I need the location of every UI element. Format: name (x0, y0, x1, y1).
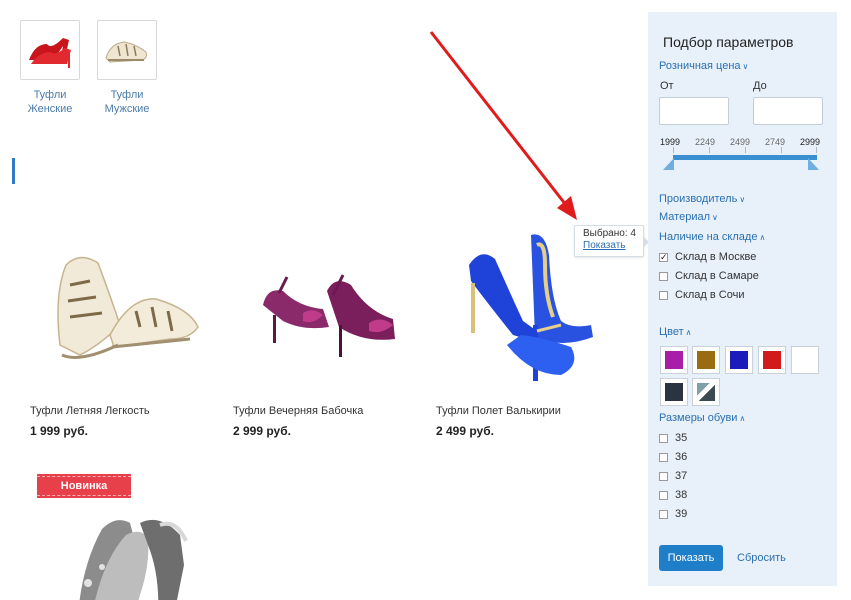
scale-tick (709, 147, 710, 153)
price-to-input[interactable] (753, 97, 823, 125)
section-label: Туфли Женские (27, 89, 73, 115)
purple-bow-heels-image (233, 225, 413, 395)
size-option[interactable]: 37 (659, 470, 687, 482)
chevron-down-icon: ∨ (712, 213, 718, 222)
price-min-handle[interactable] (663, 153, 674, 170)
price-scale: 1999 2249 2499 2749 2999 (660, 137, 820, 147)
product-price: 2 999 руб. (233, 424, 291, 438)
checkbox-checked[interactable]: ✓ (659, 252, 668, 262)
product-name[interactable]: Туфли Вечерняя Бабочка (233, 405, 363, 417)
checkbox[interactable] (659, 509, 668, 519)
checkbox[interactable] (659, 471, 668, 481)
chevron-down-icon: ∨ (742, 62, 749, 71)
filter-result-popup: Выбрано: 4 Показать (574, 225, 649, 257)
color-swatch-pattern[interactable] (692, 378, 720, 406)
material-section-toggle[interactable]: Материал ∨ (659, 211, 718, 223)
section-divider (12, 158, 15, 184)
section-men-shoes[interactable]: Туфли Мужские (97, 20, 157, 116)
stock-option[interactable]: Склад в Самаре (659, 270, 759, 282)
color-swatch-dark[interactable] (660, 378, 688, 406)
product-name[interactable]: Туфли Полет Валькирии (436, 405, 561, 417)
checkbox[interactable] (659, 433, 668, 443)
chevron-up-icon: ∧ (685, 328, 692, 337)
reset-link[interactable]: Сбросить (737, 552, 786, 564)
scale-tick (745, 147, 746, 153)
section-women-shoes[interactable]: Туфли Женские (20, 20, 80, 116)
product-card[interactable]: Туфли Летняя Легкость 1 999 руб. (30, 225, 210, 438)
color-swatch-red[interactable] (758, 346, 786, 374)
filter-panel: Подбор параметров Розничная цена ∨ От До … (648, 12, 837, 586)
stock-option[interactable]: Склад в Сочи (659, 289, 745, 301)
price-range-track[interactable] (673, 155, 817, 160)
color-swatch-brown[interactable] (692, 346, 720, 374)
checkbox[interactable] (659, 490, 668, 500)
beige-sandal-image (30, 225, 210, 395)
silver-heels-image (30, 505, 210, 600)
color-swatch-blue[interactable] (725, 346, 753, 374)
product-card[interactable]: Туфли Вечерняя Бабочка 2 999 руб. (233, 225, 413, 438)
red-heels-icon (20, 20, 80, 80)
price-from-input[interactable] (659, 97, 729, 125)
stock-option[interactable]: ✓ Склад в Москве (659, 251, 756, 263)
popup-show-link[interactable]: Показать (583, 240, 643, 252)
scale-tick (781, 147, 782, 153)
checkbox[interactable] (659, 290, 668, 300)
red-arrow-icon (429, 31, 577, 220)
manufacturer-section-toggle[interactable]: Производитель ∨ (659, 193, 745, 205)
stock-section-toggle[interactable]: Наличие на складе ∧ (659, 231, 765, 243)
price-section-toggle[interactable]: Розничная цена ∨ (659, 60, 748, 72)
size-option[interactable]: 39 (659, 508, 687, 520)
shoe-size-section-toggle[interactable]: Размеры обуви ∧ (659, 412, 745, 424)
chevron-up-icon: ∧ (759, 233, 766, 242)
color-swatch-white[interactable] (791, 346, 819, 374)
filter-title: Подбор параметров (663, 34, 794, 50)
price-max-handle[interactable] (808, 153, 819, 170)
chevron-down-icon: ∨ (739, 195, 746, 204)
color-swatch-purple[interactable] (660, 346, 688, 374)
product-price: 2 499 руб. (436, 424, 494, 438)
product-name[interactable]: Туфли Летняя Легкость (30, 405, 150, 417)
new-badge: Новинка (37, 474, 131, 498)
price-to-label: До (753, 80, 767, 92)
chevron-up-icon: ∧ (739, 414, 746, 423)
checkbox[interactable] (659, 452, 668, 462)
color-section-toggle[interactable]: Цвет ∧ (659, 326, 692, 338)
size-option[interactable]: 36 (659, 451, 687, 463)
size-option[interactable]: 35 (659, 432, 687, 444)
section-label: Туфли Мужские (104, 89, 150, 115)
checkbox[interactable] (659, 271, 668, 281)
product-price: 1 999 руб. (30, 424, 88, 438)
product-card[interactable] (30, 505, 210, 600)
price-from-label: От (660, 80, 674, 92)
popup-count: Выбрано: 4 (583, 228, 636, 239)
beige-shoe-icon (97, 20, 157, 80)
size-option[interactable]: 38 (659, 489, 687, 501)
show-button[interactable]: Показать (659, 545, 723, 571)
